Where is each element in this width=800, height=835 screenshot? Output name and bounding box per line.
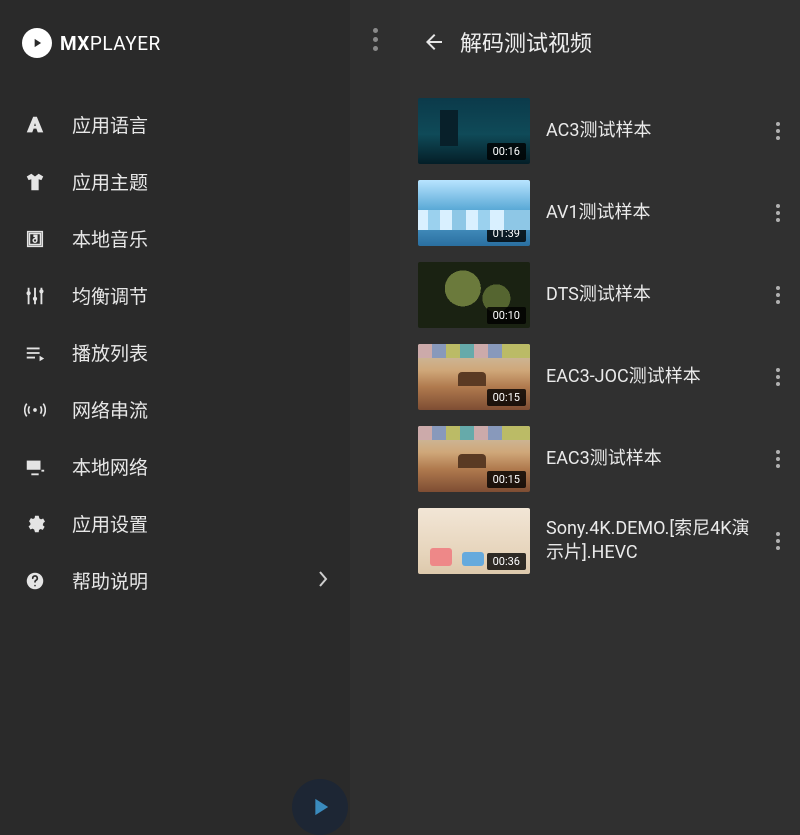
font-icon — [22, 112, 48, 138]
help-icon — [22, 568, 48, 594]
sidebar: MXPLAYER 应用语言应用主题本地音乐均衡调节播放列表网络串流本地网络应用设… — [0, 0, 350, 835]
video-row[interactable]: 00:16 AC3测试样本 — [414, 90, 800, 172]
video-title: AC3测试样本 — [546, 119, 760, 143]
sidebar-item-8[interactable]: 帮助说明 — [0, 552, 350, 609]
settings-icon — [22, 511, 48, 537]
video-more-button[interactable] — [760, 450, 796, 468]
sidebar-item-1[interactable]: 应用主题 — [0, 153, 350, 210]
main-panel: 解码测试视频 00:16 AC3测试样本 01:39 AV1测试样本 00:10 DTS测… — [400, 0, 800, 835]
overflow-menu-button[interactable] — [373, 28, 378, 835]
sidebar-item-label: 播放列表 — [72, 339, 328, 366]
video-thumbnail: 00:15 — [418, 426, 530, 492]
sidebar-item-0[interactable]: 应用语言 — [0, 96, 350, 153]
sidebar-item-label: 本地网络 — [72, 453, 328, 480]
app-logo: MXPLAYER — [0, 0, 350, 86]
video-title: AV1测试样本 — [546, 201, 760, 225]
page-title: 解码测试视频 — [460, 26, 592, 58]
video-more-button[interactable] — [760, 204, 796, 222]
sidebar-item-7[interactable]: 应用设置 — [0, 495, 350, 552]
sidebar-item-label: 帮助说明 — [72, 567, 318, 594]
video-row[interactable]: 00:15 EAC3测试样本 — [414, 418, 800, 500]
sidebar-item-label: 本地音乐 — [72, 225, 328, 252]
sidebar-item-label: 应用设置 — [72, 510, 328, 537]
back-button[interactable] — [412, 20, 456, 64]
sidebar-item-label: 应用主题 — [72, 168, 328, 195]
video-title: Sony.4K.DEMO.[索尼4K演示片].HEVC — [546, 517, 760, 566]
video-more-button[interactable] — [760, 286, 796, 304]
video-thumbnail: 00:15 — [418, 344, 530, 410]
sidebar-item-2[interactable]: 本地音乐 — [0, 210, 350, 267]
video-row[interactable]: 00:36 Sony.4K.DEMO.[索尼4K演示片].HEVC — [414, 500, 800, 582]
video-duration: 00:36 — [487, 553, 526, 570]
video-thumbnail: 00:16 — [418, 98, 530, 164]
video-thumbnail: 00:10 — [418, 262, 530, 328]
video-list: 00:16AC3测试样本01:39AV1测试样本00:10DTS测试样本00:1… — [400, 84, 800, 582]
video-thumbnail: 00:36 — [418, 508, 530, 574]
video-duration: 00:15 — [487, 389, 526, 406]
music-icon — [22, 226, 48, 252]
sidebar-item-label: 均衡调节 — [72, 282, 328, 309]
video-duration: 00:10 — [487, 307, 526, 324]
video-title: EAC3-JOC测试样本 — [546, 365, 760, 389]
video-thumbnail: 01:39 — [418, 180, 530, 246]
video-title: EAC3测试样本 — [546, 447, 760, 471]
video-more-button[interactable] — [760, 368, 796, 386]
video-duration: 00:16 — [487, 143, 526, 160]
play-fab-button[interactable] — [292, 779, 348, 835]
topbar: 解码测试视频 — [400, 0, 800, 84]
video-duration: 01:39 — [487, 225, 526, 242]
video-more-button[interactable] — [760, 532, 796, 550]
sidebar-item-label: 应用语言 — [72, 111, 328, 138]
video-row[interactable]: 00:10 DTS测试样本 — [414, 254, 800, 336]
playlist-icon — [22, 340, 48, 366]
video-row[interactable]: 01:39 AV1测试样本 — [414, 172, 800, 254]
sidebar-item-3[interactable]: 均衡调节 — [0, 267, 350, 324]
sidebar-item-6[interactable]: 本地网络 — [0, 438, 350, 495]
video-row[interactable]: 00:15 EAC3-JOC测试样本 — [414, 336, 800, 418]
video-title: DTS测试样本 — [546, 283, 760, 307]
play-logo-icon — [22, 28, 52, 58]
sidebar-item-5[interactable]: 网络串流 — [0, 381, 350, 438]
video-duration: 00:15 — [487, 471, 526, 488]
stream-icon — [22, 397, 48, 423]
divider-strip — [350, 0, 400, 835]
shirt-icon — [22, 169, 48, 195]
sidebar-item-4[interactable]: 播放列表 — [0, 324, 350, 381]
sidebar-item-label: 网络串流 — [72, 396, 328, 423]
video-more-button[interactable] — [760, 122, 796, 140]
chevron-right-icon — [318, 571, 328, 591]
equalizer-icon — [22, 283, 48, 309]
network-icon — [22, 454, 48, 480]
app-name: MXPLAYER — [60, 32, 161, 55]
